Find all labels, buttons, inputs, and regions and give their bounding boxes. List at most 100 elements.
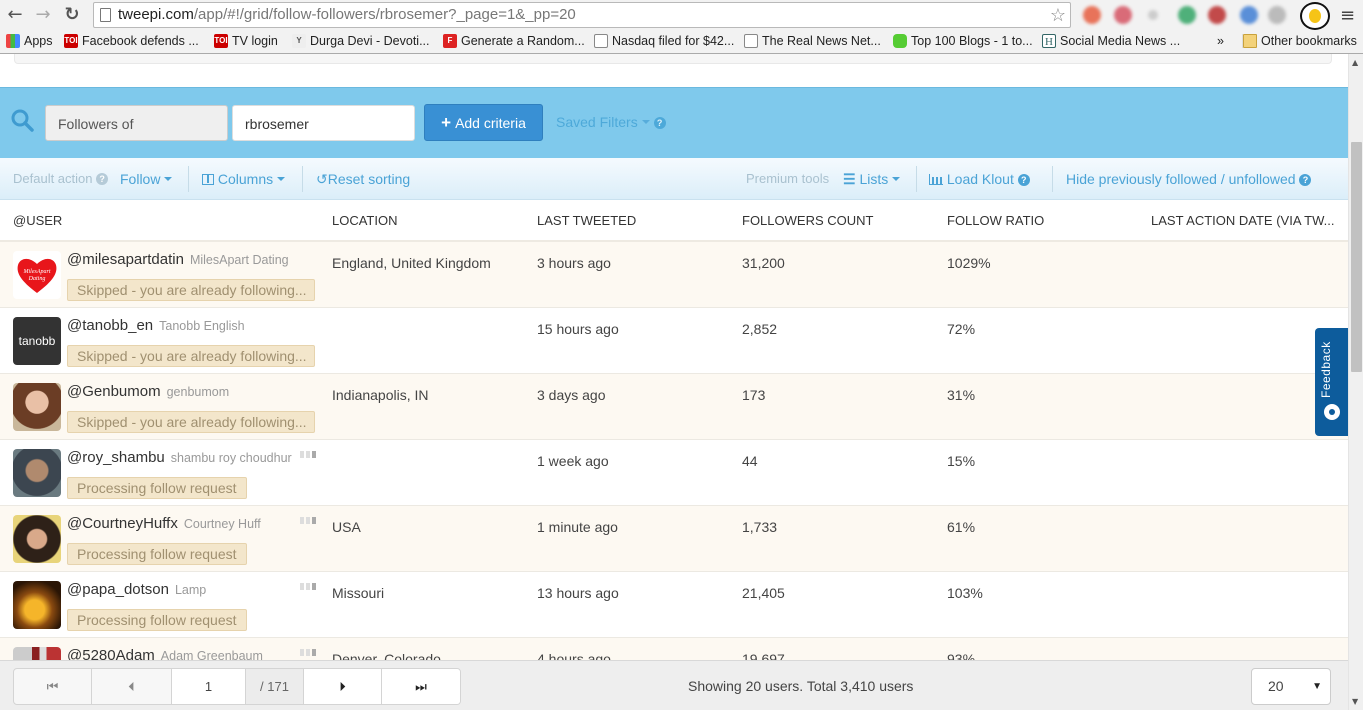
last-page-button[interactable]: ⏭: [382, 669, 460, 704]
help-icon[interactable]: ?: [1017, 174, 1030, 186]
results-summary: Showing 20 users. Total 3,410 users: [688, 678, 914, 694]
extension-icon[interactable]: [1083, 6, 1101, 24]
per-page-select[interactable]: 20 ▼: [1251, 668, 1331, 705]
followers-count-cell: 1,733: [742, 519, 778, 535]
step-forward-icon: ⏵: [339, 679, 346, 694]
filter-type-select[interactable]: Followers of: [45, 105, 228, 141]
toi-icon: TOI: [64, 34, 78, 48]
follow-action-dropdown[interactable]: Follow: [120, 171, 173, 187]
last-tweeted-cell: 1 week ago: [537, 453, 609, 469]
avatar[interactable]: [13, 515, 61, 563]
lists-label: Lists: [859, 171, 889, 187]
bookmark-item[interactable]: H Social Media News ...: [1042, 34, 1180, 48]
scroll-down-arrow-icon[interactable]: ▼: [1352, 697, 1358, 706]
reset-sorting-button[interactable]: ↺Reset sorting: [316, 171, 410, 188]
browser-toolbar: ← → ↻ tweepi.com/app/#!/grid/follow-foll…: [0, 0, 1363, 30]
extension-icon[interactable]: [1148, 10, 1158, 20]
caret-down-icon: [641, 120, 650, 124]
user-handle[interactable]: @papa_dotson Lamp: [67, 581, 206, 598]
lists-dropdown[interactable]: ☰ Lists: [843, 171, 901, 188]
column-header-last-tweeted[interactable]: LAST TWEETED: [537, 213, 636, 228]
divider: [188, 166, 189, 192]
bookmark-item[interactable]: F Generate a Random...: [443, 34, 585, 48]
avatar[interactable]: [13, 383, 61, 431]
next-page-button[interactable]: ⏵: [304, 669, 382, 704]
handle-text: @Genbumom: [67, 383, 161, 400]
feedback-tab[interactable]: Feedback: [1315, 328, 1348, 436]
scrollbar-thumb[interactable]: [1351, 142, 1362, 372]
saved-filters-dropdown[interactable]: Saved Filters ?: [556, 114, 666, 130]
filter-username-input[interactable]: rbrosemer: [232, 105, 415, 141]
page-number-input[interactable]: 1: [172, 669, 246, 704]
default-action-label: Default action ?: [13, 171, 109, 186]
bookmark-star-icon[interactable]: ☆: [1050, 3, 1066, 27]
user-handle[interactable]: @CourtneyHuffx Courtney Huff: [67, 515, 261, 532]
column-header-followers-count[interactable]: FOLLOWERS COUNT: [742, 213, 873, 228]
user-handle[interactable]: @tanobb_en Tanobb English: [67, 317, 245, 334]
follow-ratio-cell: 1029%: [947, 255, 991, 271]
default-action-text: Default action: [13, 171, 93, 186]
back-button[interactable]: ←: [4, 4, 26, 26]
forward-button[interactable]: →: [32, 4, 54, 26]
load-klout-button[interactable]: Load Klout ?: [929, 171, 1030, 187]
bookmark-item[interactable]: Y Durga Devi - Devoti...: [292, 34, 429, 48]
bookmark-item[interactable]: Top 100 Blogs - 1 to...: [893, 34, 1033, 48]
column-header-last-action-date[interactable]: LAST ACTION DATE (VIA TW...: [1151, 213, 1335, 228]
extension-icon[interactable]: [1114, 6, 1132, 24]
other-bookmarks[interactable]: Other bookmarks: [1242, 34, 1357, 48]
table-row[interactable]: @Genbumom genbumom Skipped - you are alre…: [0, 374, 1348, 440]
table-row[interactable]: MilesApart Dating @milesapartdatin MilesAp…: [0, 242, 1348, 308]
durga-icon: Y: [292, 34, 306, 48]
avatar[interactable]: MilesApart Dating: [13, 251, 61, 299]
follow-ratio-cell: 15%: [947, 453, 976, 469]
extension-icon[interactable]: [1268, 6, 1286, 24]
column-header-follow-ratio[interactable]: FOLLOW RATIO: [947, 213, 1044, 228]
bookmark-label: Facebook defends ...: [82, 34, 199, 48]
avatar[interactable]: tanobb: [13, 317, 61, 365]
bookmark-item[interactable]: TOI Facebook defends ...: [64, 34, 199, 48]
heart-icon: MilesApartDating: [17, 258, 57, 293]
user-handle[interactable]: @milesapartdatin MilesApart Dating: [67, 251, 289, 268]
avatar[interactable]: [13, 449, 61, 497]
handle-text: @CourtneyHuffx: [67, 515, 178, 532]
bookmark-apps[interactable]: Apps: [6, 34, 53, 48]
user-handle[interactable]: @Genbumom genbumom: [67, 383, 229, 400]
table-row[interactable]: tanobb @tanobb_en Tanobb English Skipped …: [0, 308, 1348, 374]
help-icon[interactable]: ?: [653, 117, 666, 129]
last-tweeted-cell: 13 hours ago: [537, 585, 619, 601]
grid-toolbar: Default action ? Follow Columns ↺Reset s…: [0, 158, 1348, 200]
bookmark-item[interactable]: Nasdaq filed for $42...: [594, 34, 734, 48]
profile-avatar-icon[interactable]: [1300, 2, 1330, 30]
extension-icon[interactable]: [1240, 6, 1258, 24]
column-header-user[interactable]: @USER: [13, 213, 62, 228]
extension-icon[interactable]: [1208, 6, 1226, 24]
add-criteria-button[interactable]: + Add criteria: [424, 104, 543, 141]
skip-last-icon: ⏭: [415, 679, 427, 694]
step-back-icon: ⏴: [128, 679, 135, 694]
bookmark-label: TV login: [232, 34, 278, 48]
help-icon[interactable]: ?: [1299, 174, 1312, 186]
caret-down-icon: [164, 177, 173, 181]
column-header-location[interactable]: LOCATION: [332, 213, 398, 228]
handle-text: @roy_shambu: [67, 449, 165, 466]
extension-icon[interactable]: [1178, 6, 1196, 24]
help-icon[interactable]: ?: [96, 173, 109, 185]
user-handle[interactable]: @roy_shambu shambu roy choudhur: [67, 449, 292, 466]
first-page-button[interactable]: ⏮: [14, 669, 92, 704]
scroll-up-arrow-icon[interactable]: ▲: [1352, 58, 1358, 67]
table-row[interactable]: @papa_dotson Lamp Processing follow reque…: [0, 572, 1348, 638]
columns-dropdown[interactable]: Columns: [202, 171, 286, 187]
table-row[interactable]: @roy_shambu shambu roy choudhur Processin…: [0, 440, 1348, 506]
prev-page-button[interactable]: ⏴: [92, 669, 172, 704]
avatar[interactable]: [13, 581, 61, 629]
chrome-menu-icon[interactable]: ≡: [1340, 5, 1355, 26]
bookmark-item[interactable]: TOI TV login: [214, 34, 278, 48]
table-row[interactable]: @CourtneyHuffx Courtney Huff Processing f…: [0, 506, 1348, 572]
bookmark-item[interactable]: The Real News Net...: [744, 34, 881, 48]
location-cell: Missouri: [332, 585, 385, 601]
bookmarks-overflow-button[interactable]: »: [1217, 34, 1224, 48]
page-scrollbar[interactable]: ▲ ▼: [1348, 54, 1363, 710]
address-bar[interactable]: tweepi.com/app/#!/grid/follow-followers/…: [93, 2, 1071, 28]
hide-previous-toggle[interactable]: Hide previously followed / unfollowed ?: [1066, 171, 1312, 187]
reload-button[interactable]: ↻: [61, 4, 83, 26]
